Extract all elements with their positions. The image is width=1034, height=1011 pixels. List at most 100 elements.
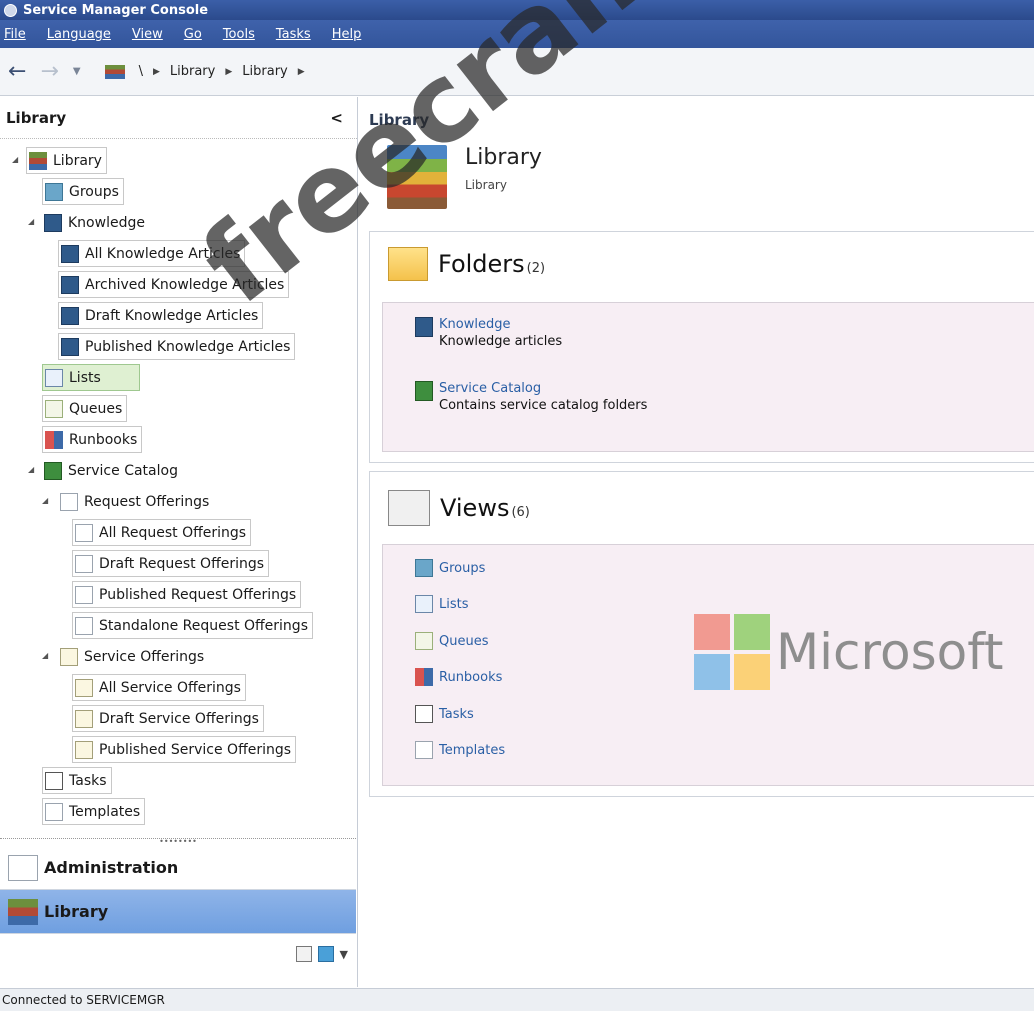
folder-item-service-catalog[interactable]: Service Catalog Contains service catalog… bbox=[415, 381, 647, 413]
tree-item-label: Draft Knowledge Articles bbox=[85, 307, 259, 324]
breadcrumb-library-current[interactable]: Library bbox=[242, 64, 287, 79]
tasks-icon bbox=[415, 705, 433, 723]
menu-view[interactable]: View bbox=[132, 27, 163, 42]
folders-header[interactable]: Folders (2) bbox=[370, 232, 1034, 296]
tree-item-label: Library bbox=[53, 152, 102, 169]
wunderbar-library[interactable]: Library bbox=[0, 890, 356, 934]
service-offering-icon bbox=[75, 678, 93, 697]
tree-item-runbooks[interactable]: Runbooks bbox=[42, 426, 143, 453]
tree-item-lists[interactable]: Lists bbox=[42, 364, 140, 391]
menu-go[interactable]: Go bbox=[184, 27, 202, 42]
expanded-triangle-icon[interactable]: ◢ bbox=[28, 465, 34, 474]
tree-item-all-service-offerings[interactable]: All Service Offerings bbox=[72, 674, 246, 701]
view-item-lists[interactable]: Lists bbox=[415, 593, 469, 615]
tree-item-all-request-offerings[interactable]: All Request Offerings bbox=[72, 519, 252, 546]
knowledge-icon bbox=[61, 275, 79, 294]
expanded-triangle-icon[interactable]: ◢ bbox=[28, 217, 34, 226]
folder-description: Contains service catalog folders bbox=[439, 398, 648, 413]
view-link[interactable]: Groups bbox=[439, 561, 485, 576]
configure-buttons-icon[interactable] bbox=[295, 946, 312, 962]
tree-item-draft-knowledge-articles[interactable]: Draft Knowledge Articles bbox=[58, 302, 264, 329]
tree-item-label: Lists bbox=[69, 369, 101, 386]
tree-item-standalone-request-offerings[interactable]: Standalone Request Offerings bbox=[72, 612, 313, 639]
view-item-groups[interactable]: Groups bbox=[415, 557, 485, 579]
history-dropdown-icon[interactable]: ▼ bbox=[73, 66, 81, 77]
breadcrumb-library[interactable]: Library bbox=[170, 64, 215, 79]
breadcrumb-root[interactable]: \ bbox=[139, 64, 143, 79]
menu-tasks[interactable]: Tasks bbox=[276, 27, 311, 42]
view-link[interactable]: Templates bbox=[439, 743, 505, 758]
chevron-down-icon[interactable]: ▼ bbox=[340, 948, 348, 961]
tree-item-templates[interactable]: Templates bbox=[42, 798, 146, 825]
view-link[interactable]: Tasks bbox=[439, 707, 474, 722]
tree-item-service-catalog[interactable]: Service Catalog bbox=[42, 457, 182, 484]
tree-item-published-request-offerings[interactable]: Published Request Offerings bbox=[72, 581, 302, 608]
tree-item-draft-request-offerings[interactable]: Draft Request Offerings bbox=[72, 550, 270, 577]
document-icon bbox=[75, 554, 93, 573]
tree-item-request-offerings[interactable]: Request Offerings bbox=[58, 488, 213, 515]
tree-item-label: Tasks bbox=[69, 772, 107, 789]
collapse-pane-icon[interactable]: < bbox=[330, 109, 343, 127]
main-pane-title: Library bbox=[369, 111, 430, 129]
menu-file[interactable]: File bbox=[4, 27, 26, 42]
view-link[interactable]: Runbooks bbox=[439, 670, 502, 685]
service-offering-icon bbox=[60, 647, 78, 666]
tree-item-label: Request Offerings bbox=[84, 493, 210, 510]
view-item-queues[interactable]: Queues bbox=[415, 630, 488, 652]
folder-item-knowledge[interactable]: Knowledge Knowledge articles bbox=[415, 317, 562, 349]
tree-item-label: Published Knowledge Articles bbox=[85, 338, 291, 355]
breadcrumb-separator-icon[interactable]: ▶ bbox=[153, 67, 160, 77]
tree-item-label: Runbooks bbox=[69, 431, 138, 448]
tree-item-label: All Service Offerings bbox=[99, 679, 241, 696]
tree-item-tasks[interactable]: Tasks bbox=[42, 767, 112, 794]
view-link[interactable]: Lists bbox=[439, 597, 469, 612]
tree-item-queues[interactable]: Queues bbox=[42, 395, 128, 422]
tree-item-library[interactable]: Library bbox=[26, 147, 107, 174]
menu-tools[interactable]: Tools bbox=[223, 27, 255, 42]
document-icon bbox=[75, 585, 93, 604]
tree-item-published-knowledge-articles[interactable]: Published Knowledge Articles bbox=[58, 333, 296, 360]
expanded-triangle-icon[interactable]: ◢ bbox=[42, 651, 48, 660]
menu-help[interactable]: Help bbox=[332, 27, 362, 42]
tree-item-label: Groups bbox=[69, 183, 119, 200]
tree-item-groups[interactable]: Groups bbox=[42, 178, 124, 205]
folder-link[interactable]: Knowledge bbox=[439, 317, 562, 332]
groups-icon bbox=[415, 559, 433, 577]
knowledge-icon bbox=[415, 317, 433, 337]
wunderbar-administration[interactable]: Administration bbox=[0, 846, 356, 890]
runbooks-icon bbox=[415, 668, 433, 686]
views-icon bbox=[388, 490, 430, 526]
window-title: Service Manager Console bbox=[23, 2, 209, 18]
tree-item-archived-knowledge-articles[interactable]: Archived Knowledge Articles bbox=[58, 271, 290, 298]
view-item-runbooks[interactable]: Runbooks bbox=[415, 666, 502, 688]
folder-description: Knowledge articles bbox=[439, 334, 563, 349]
view-link[interactable]: Queues bbox=[439, 634, 488, 649]
back-arrow-icon[interactable]: ← bbox=[8, 59, 26, 84]
tree-item-knowledge[interactable]: Knowledge bbox=[42, 209, 149, 236]
tree-item-draft-service-offerings[interactable]: Draft Service Offerings bbox=[72, 705, 264, 732]
breadcrumb-separator-icon[interactable]: ▶ bbox=[225, 67, 232, 77]
folder-link[interactable]: Service Catalog bbox=[439, 381, 647, 396]
overflow-workspace-icon[interactable] bbox=[317, 946, 334, 962]
forward-arrow-icon[interactable]: → bbox=[40, 59, 58, 84]
breadcrumb-separator-icon[interactable]: ▶ bbox=[298, 67, 305, 77]
view-item-tasks[interactable]: Tasks bbox=[415, 703, 474, 725]
expanded-triangle-icon[interactable]: ◢ bbox=[12, 155, 18, 164]
lists-icon bbox=[415, 595, 433, 613]
microsoft-logo-icon bbox=[694, 614, 770, 690]
wunderbar-label: Library bbox=[44, 902, 109, 921]
tree-item-published-service-offerings[interactable]: Published Service Offerings bbox=[72, 736, 297, 763]
connection-status: Connected to SERVICEMGR bbox=[2, 993, 165, 1007]
menu-bar: File Language View Go Tools Tasks Help bbox=[0, 20, 1034, 48]
pane-splitter[interactable]: •••••••• bbox=[0, 838, 356, 846]
tree-item-service-offerings[interactable]: Service Offerings bbox=[58, 643, 208, 670]
groups-icon bbox=[45, 182, 63, 201]
tree-item-label: Service Catalog bbox=[68, 462, 178, 479]
view-item-templates[interactable]: Templates bbox=[415, 739, 505, 761]
menu-language[interactable]: Language bbox=[47, 27, 111, 42]
views-count: (6) bbox=[511, 504, 530, 520]
library-icon bbox=[8, 898, 38, 925]
expanded-triangle-icon[interactable]: ◢ bbox=[42, 496, 48, 505]
tree-item-all-knowledge-articles[interactable]: All Knowledge Articles bbox=[58, 240, 246, 267]
views-header[interactable]: Views (6) bbox=[370, 472, 1034, 544]
